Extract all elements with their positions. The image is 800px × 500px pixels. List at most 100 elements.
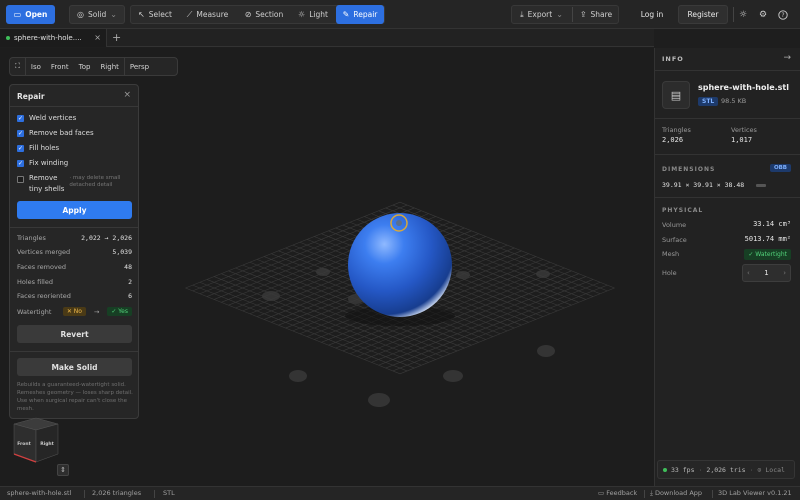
obb-badge[interactable]: OBB bbox=[769, 164, 791, 172]
close-icon[interactable]: × bbox=[123, 90, 131, 100]
remove-tiny-shells-checkbox[interactable]: Remove tiny shells · may delete small de… bbox=[17, 173, 127, 195]
tiny-shells-note: · may delete small detached detail bbox=[69, 175, 121, 188]
divider bbox=[655, 118, 800, 119]
orientation-cube[interactable]: Front Right bbox=[12, 416, 62, 466]
share-button[interactable]: ⇪ Share bbox=[576, 5, 616, 24]
fps-value: 33 fps bbox=[671, 465, 695, 474]
stat-faces-reoriented: Faces reoriented 6 bbox=[17, 292, 132, 300]
view-persp-button[interactable]: Persp bbox=[125, 58, 154, 75]
stat-value: 2 bbox=[128, 278, 132, 286]
share-label: Share bbox=[590, 10, 613, 19]
solid-dropdown[interactable]: ◎ Solid ⌄ bbox=[69, 5, 125, 24]
chat-icon: ▭ bbox=[598, 489, 605, 497]
login-button[interactable]: Log in bbox=[630, 5, 674, 24]
3d-viewport[interactable]: ⛶ Iso Front Top Right Persp Repair × ✓ W… bbox=[0, 48, 654, 486]
open-button[interactable]: ▭ Open bbox=[6, 5, 55, 24]
revert-button[interactable]: Revert bbox=[17, 325, 132, 343]
sphere-model[interactable] bbox=[348, 213, 452, 317]
vertices-value: 1,017 bbox=[731, 136, 753, 144]
make-solid-note: Rebuilds a guaranteed-watertight solid. … bbox=[17, 382, 133, 412]
tiny-shells-label-line1: Remove bbox=[29, 174, 58, 182]
login-label: Log in bbox=[640, 10, 664, 19]
local-label: Local bbox=[765, 465, 785, 474]
measure-tool-button[interactable]: ⟋ Measure bbox=[180, 5, 235, 24]
open-label: Open bbox=[25, 10, 48, 19]
close-icon[interactable]: × bbox=[94, 33, 101, 42]
plus-icon[interactable]: + bbox=[112, 31, 121, 44]
register-button[interactable]: Register bbox=[678, 5, 728, 24]
collapse-arrow-icon[interactable]: → bbox=[783, 53, 791, 63]
info-panel: INFO → ▤ sphere-with-hole.stl STL 98.5 K… bbox=[654, 48, 800, 486]
divider bbox=[10, 351, 138, 352]
file-icon: ▤ bbox=[662, 81, 690, 109]
stat-label: Watertight bbox=[17, 307, 52, 316]
download-label: Download App bbox=[654, 489, 703, 497]
export-button[interactable]: ⤓ Export ⌄ bbox=[514, 5, 569, 24]
weld-vertices-checkbox[interactable]: ✓ Weld vertices bbox=[17, 114, 76, 122]
hole-label: Hole bbox=[662, 269, 677, 277]
fix-winding-checkbox[interactable]: ✓ Fix winding bbox=[17, 159, 68, 167]
performance-readout: 33 fps · 2,026 tris · ⊙ Local bbox=[657, 460, 795, 479]
feedback-link[interactable]: ▭ Feedback bbox=[598, 489, 637, 497]
theme-toggle-button[interactable]: ☼ bbox=[736, 5, 750, 24]
tab-sphere-with-hole[interactable]: sphere-with-hole.... × bbox=[0, 29, 107, 47]
watertight-before-badge: ✕ No bbox=[62, 307, 86, 316]
dimensions-section-title: DIMENSIONS bbox=[662, 166, 716, 173]
feedback-label: Feedback bbox=[606, 489, 638, 497]
section-tool-button[interactable]: ⊘ Section bbox=[239, 5, 289, 24]
checkbox-checked-icon: ✓ bbox=[17, 114, 24, 122]
ruler-icon: ⟋ bbox=[186, 9, 193, 19]
checkbox-checked-icon: ✓ bbox=[17, 159, 24, 167]
chevron-updown-icon: ⇕ bbox=[60, 466, 66, 474]
tiny-shells-label: Remove tiny shells bbox=[29, 173, 64, 195]
select-label: Select bbox=[148, 10, 172, 19]
option-label: Fix winding bbox=[29, 159, 69, 167]
remove-bad-faces-checkbox[interactable]: ✓ Remove bad faces bbox=[17, 129, 94, 137]
watertight-after-badge: ✓ Yes bbox=[107, 307, 132, 316]
chevron-right-icon[interactable]: › bbox=[783, 269, 786, 277]
stat-triangles: Triangles 2,022 → 2,026 bbox=[17, 234, 132, 242]
fit-view-button[interactable]: ⛶ bbox=[10, 58, 26, 75]
view-front-button[interactable]: Front bbox=[46, 58, 74, 75]
settings-button[interactable]: ⚙ bbox=[756, 5, 770, 24]
status-file: sphere-with-hole.stl bbox=[7, 489, 72, 497]
light-tool-button[interactable]: ☼ Light bbox=[293, 5, 333, 24]
make-solid-button[interactable]: Make Solid bbox=[17, 358, 132, 376]
view-presets-bar: ⛶ Iso Front Top Right Persp bbox=[9, 57, 178, 76]
gear-icon: ⚙ bbox=[758, 9, 768, 20]
tris-value: 2,026 tris bbox=[706, 465, 746, 474]
repair-tool-button[interactable]: ✎ Repair bbox=[336, 5, 384, 24]
measure-label: Measure bbox=[196, 10, 229, 19]
watertight-change: ✕ No → ✓ Yes bbox=[62, 307, 132, 316]
folder-icon: ▭ bbox=[13, 9, 22, 19]
option-label: Remove bad faces bbox=[29, 129, 94, 137]
stat-label: Holes filled bbox=[17, 278, 53, 286]
wrench-icon: ✎ bbox=[342, 9, 350, 19]
view-iso-button[interactable]: Iso bbox=[26, 58, 46, 75]
help-button[interactable]: ? bbox=[776, 5, 790, 24]
status-dot-icon bbox=[663, 467, 667, 472]
apply-button[interactable]: Apply bbox=[17, 201, 132, 219]
view-right-button[interactable]: Right bbox=[95, 58, 125, 75]
watertight-badge: ✓ Watertight bbox=[744, 249, 791, 260]
section-icon: ⊘ bbox=[244, 9, 252, 19]
stat-label: Faces removed bbox=[17, 263, 66, 271]
sun-icon: ☼ bbox=[298, 9, 306, 19]
stat-value: 2,022 → 2,026 bbox=[81, 234, 132, 242]
volume-label: Volume bbox=[662, 221, 687, 229]
hole-stepper[interactable]: ‹ 1 › bbox=[742, 264, 791, 282]
download-app-link[interactable]: ⤓ Download App bbox=[650, 489, 702, 498]
view-top-button[interactable]: Top bbox=[74, 58, 96, 75]
download-icon: ⤓ bbox=[650, 489, 653, 497]
fill-holes-checkbox[interactable]: ✓ Fill holes bbox=[17, 144, 59, 152]
option-label: Fill holes bbox=[29, 144, 60, 152]
select-tool-button[interactable]: ↖ Select bbox=[133, 5, 177, 24]
stat-value: 48 bbox=[124, 263, 132, 271]
cube-right-label: Right bbox=[40, 441, 54, 447]
expand-cube-button[interactable]: ⇕ bbox=[57, 464, 69, 476]
status-bar: sphere-with-hole.stl 2,026 triangles STL… bbox=[0, 486, 800, 500]
stat-value: 6 bbox=[128, 292, 132, 300]
cursor-icon: ↖ bbox=[138, 9, 145, 19]
chevron-left-icon[interactable]: ‹ bbox=[747, 269, 750, 277]
chevron-down-icon: ⌄ bbox=[556, 9, 563, 19]
